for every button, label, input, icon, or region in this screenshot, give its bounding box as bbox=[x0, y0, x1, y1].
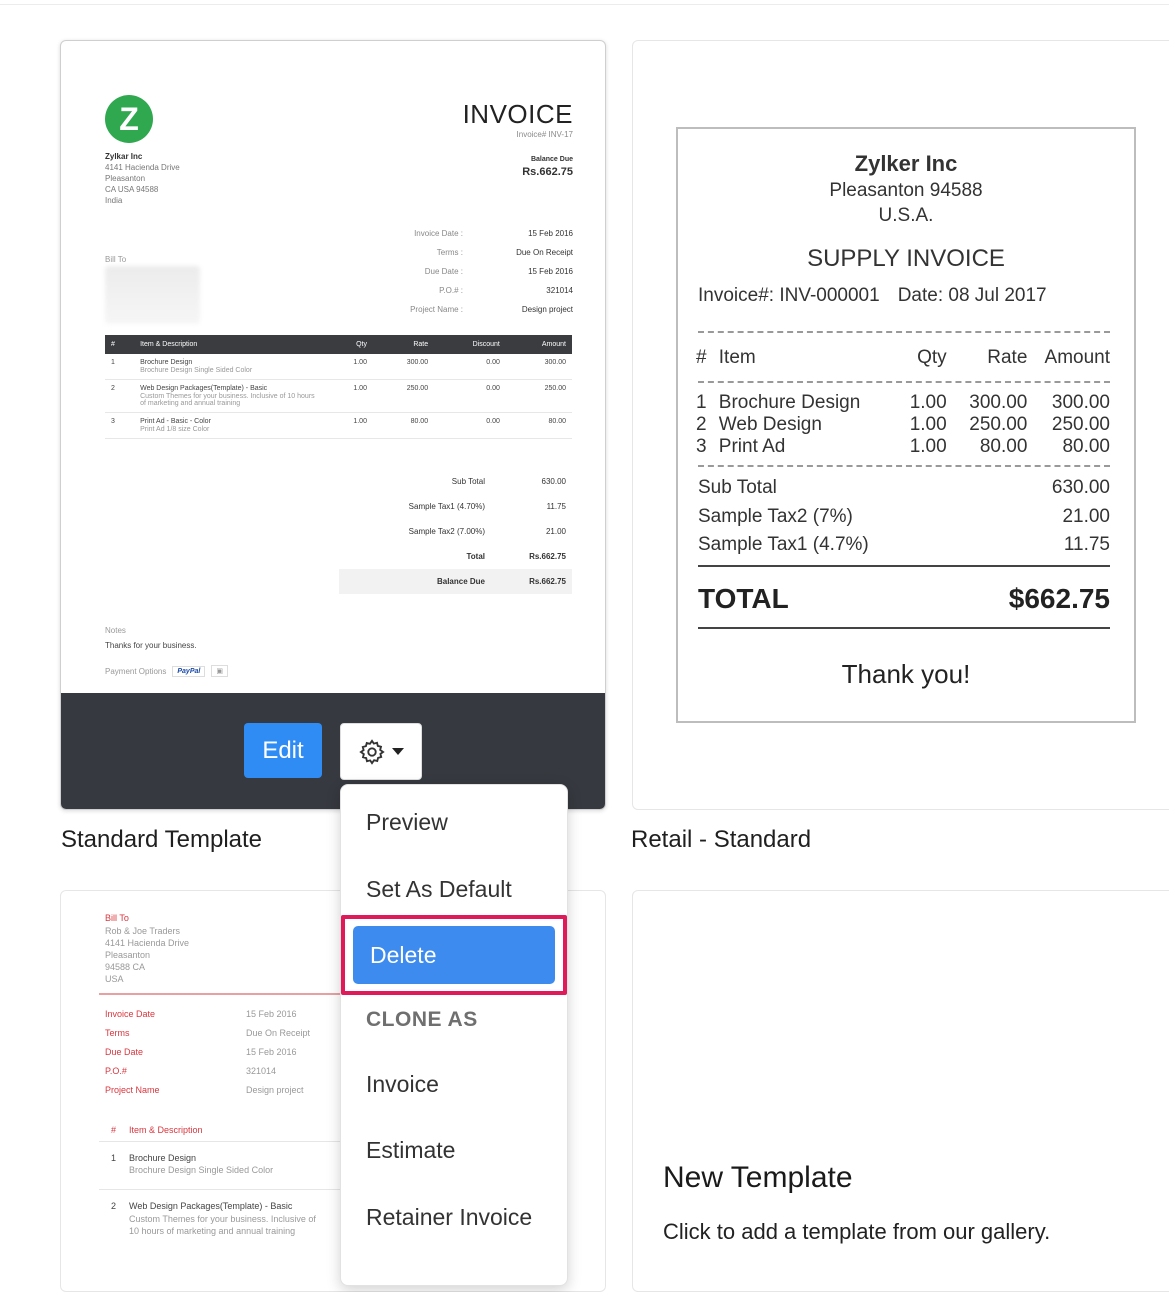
retail-header-row: # Item Qty Rate Amount bbox=[696, 347, 1110, 368]
table-row: 3 Print Ad 1.00 80.00 80.00 bbox=[696, 436, 1110, 457]
gear-icon bbox=[359, 738, 385, 765]
menu-item-clone-retainer-invoice[interactable]: Retainer Invoice bbox=[366, 1204, 532, 1231]
invoice-title: INVOICE bbox=[462, 99, 573, 129]
meta-key: P.O.# bbox=[105, 1066, 127, 1076]
totals-block: Sub Total 630.00 Sample Tax1 (4.70%) 11.75… bbox=[339, 469, 572, 594]
meta-key: Due Date bbox=[105, 1047, 144, 1057]
meta-key: Terms bbox=[105, 1028, 130, 1038]
meta-value: Design project bbox=[246, 1085, 304, 1095]
invoice-meta: Invoice Date :15 Feb 2016 Terms : Due On … bbox=[410, 229, 573, 314]
retail-total: TOTAL $662.75 bbox=[698, 583, 1110, 614]
solid-divider bbox=[698, 565, 1110, 567]
table-row: 1 Brochure Design Brochure Design Single … bbox=[105, 354, 572, 380]
retail-company: Zylker Inc bbox=[854, 151, 958, 176]
dashed-divider bbox=[698, 381, 1110, 383]
paypal-logo: PayPal bbox=[172, 665, 206, 677]
menu-item-preview[interactable]: Preview bbox=[366, 809, 448, 836]
new-template-description: Click to add a template from our gallery… bbox=[663, 1219, 1051, 1244]
chevron-down-icon bbox=[392, 748, 404, 755]
menu-item-set-as-default[interactable]: Set As Default bbox=[366, 876, 512, 903]
balance-due-label: Balance Due bbox=[530, 156, 573, 163]
retail-receipt-preview: Zylker Inc Pleasanton 94588 U.S.A. SUPPL… bbox=[676, 127, 1136, 723]
table-header: # bbox=[111, 1125, 117, 1135]
table-header: Item & Description bbox=[129, 1125, 203, 1135]
standard-template-card[interactable]: Z INVOICE Invoice# INV-17 Zylkar Inc 414… bbox=[60, 40, 606, 810]
dashed-divider bbox=[698, 331, 1110, 333]
table-row: 1 Brochure Design 1.00 300.00 300.00 bbox=[696, 392, 1110, 413]
clone-as-header: CLONE AS bbox=[366, 1008, 478, 1031]
item-number: 1 bbox=[111, 1153, 117, 1163]
menu-item-clone-invoice[interactable]: Invoice bbox=[366, 1071, 439, 1098]
meta-value: 15 Feb 2016 bbox=[246, 1009, 297, 1019]
payment-options: Payment Options PayPal ▣ bbox=[105, 665, 228, 677]
retail-template-caption: Retail - Standard bbox=[631, 826, 812, 853]
item-desc: Brochure Design Single Sided Color bbox=[129, 1165, 274, 1175]
item-number: 2 bbox=[111, 1201, 117, 1211]
new-template-card[interactable]: New Template Click to add a template fro… bbox=[632, 890, 1169, 1292]
item-name: Brochure Design bbox=[129, 1153, 197, 1163]
solid-divider bbox=[698, 627, 1110, 629]
items-table: # Item & Description Qty Rate Discount A… bbox=[105, 335, 572, 439]
retail-country: U.S.A. bbox=[878, 205, 934, 226]
menu-item-clone-estimate[interactable]: Estimate bbox=[366, 1137, 455, 1164]
item-name: Web Design Packages(Template) - Basic bbox=[129, 1201, 293, 1211]
table-row: 2 Web Design 1.00 250.00 250.00 bbox=[696, 414, 1110, 435]
table-row: 3 Print Ad - Basic - Color Print Ad 1/8 s… bbox=[105, 412, 572, 439]
new-template-title: New Template bbox=[663, 1161, 853, 1194]
item-desc: Custom Themes for your business. Inclusi… bbox=[129, 1214, 316, 1236]
notes-label: Notes bbox=[105, 626, 126, 635]
meta-value: 321014 bbox=[246, 1066, 277, 1076]
meta-key: Invoice Date bbox=[105, 1009, 156, 1019]
bill-to-label: Bill To bbox=[105, 255, 127, 264]
meta-value: 15 Feb 2016 bbox=[246, 1047, 297, 1057]
notes-text: Thanks for your business. bbox=[105, 641, 197, 650]
dashed-divider bbox=[698, 465, 1110, 467]
meta-key: Project Name bbox=[105, 1085, 160, 1095]
retail-title: SUPPLY INVOICE bbox=[807, 245, 1005, 272]
retail-thanks: Thank you! bbox=[841, 659, 971, 689]
delete-highlight-outline: Delete bbox=[341, 915, 567, 995]
credit-card-icon: ▣ bbox=[211, 665, 228, 677]
company-logo: Z bbox=[105, 95, 153, 143]
company-address: Zylkar Inc 4141 Hacienda Drive Pleasanto… bbox=[105, 152, 180, 205]
template-options-menu: Preview Set As Default Delete CLONE AS I… bbox=[340, 784, 568, 1286]
invoice-number: Invoice# INV-17 bbox=[516, 130, 573, 139]
table-row: 2 Web Design Packages(Template) - Basic C… bbox=[105, 379, 572, 413]
sum-row: Sub Total 630.00 bbox=[698, 477, 1110, 498]
retail-template-card[interactable]: Zylker Inc Pleasanton 94588 U.S.A. SUPPL… bbox=[632, 40, 1169, 810]
retail-city: Pleasanton 94588 bbox=[829, 180, 983, 201]
standard-invoice-preview: Z INVOICE Invoice# INV-17 Zylkar Inc 414… bbox=[61, 41, 605, 693]
menu-item-delete[interactable]: Delete bbox=[353, 926, 555, 984]
sum-row: Sample Tax2 (7%) 21.00 bbox=[698, 506, 1110, 527]
blurred-address bbox=[105, 266, 200, 324]
retail-invoice-line: Invoice#: INV-000001 Date: 08 Jul 2017 bbox=[698, 285, 1047, 306]
balance-due-amount: Rs.662.75 bbox=[522, 166, 573, 178]
edit-button[interactable]: Edit bbox=[244, 723, 322, 778]
standard-template-caption: Standard Template bbox=[61, 826, 263, 853]
meta-value: Due On Receipt bbox=[246, 1028, 311, 1038]
bill-to-address: Rob & Joe Traders 4141 Hacienda Drive Pl… bbox=[105, 926, 190, 984]
bill-to-label: Bill To bbox=[105, 913, 129, 923]
top-divider bbox=[0, 0, 1169, 5]
settings-dropdown-button[interactable] bbox=[340, 723, 422, 780]
sum-row: Sample Tax1 (4.7%) 11.75 bbox=[698, 534, 1110, 555]
